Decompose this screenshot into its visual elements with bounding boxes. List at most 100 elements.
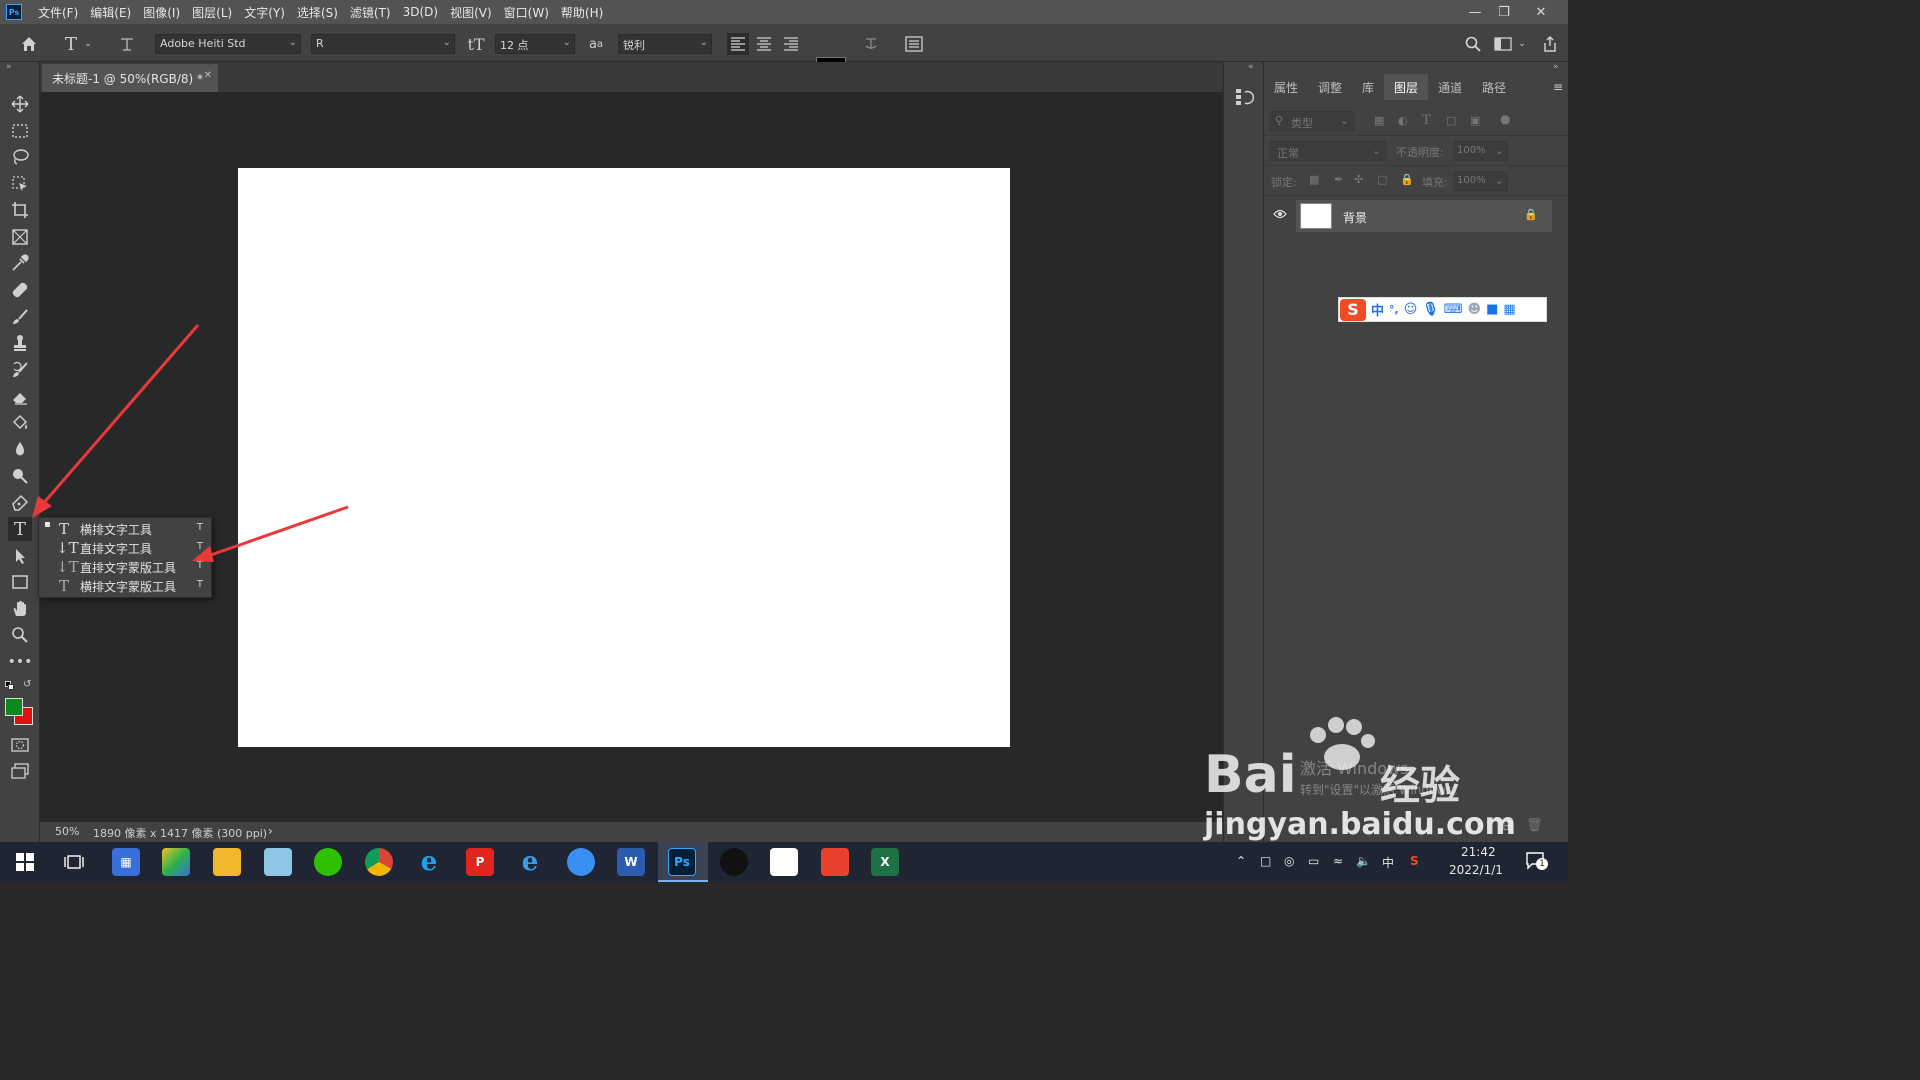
tab-properties[interactable]: 属性 [1264,74,1308,100]
menu-layer[interactable]: 图层(L) [186,4,238,21]
filter-kind-select[interactable]: ⚲ 类型 ⌄ [1270,111,1354,131]
ime-punctuation-mode[interactable]: °, [1389,303,1399,316]
more-icon[interactable]: ••• [8,650,33,674]
chevron-down-icon[interactable]: ⌄ [1516,33,1528,55]
toolbox-icon[interactable]: ▦ [1503,302,1515,317]
lock-transparent-icon[interactable]: ▩ [1309,173,1319,186]
tab-channels[interactable]: 通道 [1428,74,1472,100]
crop-icon[interactable] [8,198,32,222]
layer-lock-icon[interactable]: 🔒 [1524,208,1538,221]
skin-icon[interactable]: ■ [1486,302,1498,317]
menu-edit[interactable]: 编辑(E) [84,4,137,21]
eraser-icon[interactable] [8,385,32,409]
word-icon[interactable]: W [617,848,645,876]
quick-mask-icon[interactable] [8,733,32,757]
tab-libraries[interactable]: 库 [1352,74,1384,100]
user-icon[interactable]: ☻ [1468,302,1482,317]
hand-icon[interactable] [8,597,32,621]
tray-expand-icon[interactable]: ⌃ [1236,854,1246,868]
horizontal-type-tool-item[interactable]: ▪ T 横排文字工具 T [39,519,211,538]
share-icon[interactable] [1539,33,1561,55]
warp-text-icon[interactable] [860,33,882,55]
blend-mode-select[interactable]: 正常 ⌄ [1270,141,1386,161]
tray-security-icon[interactable]: ◎ [1284,854,1294,868]
expand-panel-icon[interactable]: » [6,62,12,72]
tray-app-icon[interactable]: □ [1260,854,1271,868]
pen-icon[interactable] [8,491,32,515]
menu-filter[interactable]: 滤镜(T) [344,4,397,21]
eyedropper-icon[interactable] [8,251,32,275]
clock-time[interactable]: 21:42 [1461,845,1496,859]
marquee-icon[interactable] [8,119,32,143]
menu-file[interactable]: 文件(F) [32,4,84,21]
wps-pdf-icon[interactable]: P [466,848,494,876]
ie-icon[interactable]: e [415,847,443,877]
wifi-icon[interactable]: ≈ [1333,854,1343,868]
emoji-icon[interactable]: ☺ [1404,302,1418,317]
keyboard-icon[interactable]: ⌨ [1444,302,1463,317]
menu-help[interactable]: 帮助(H) [555,4,609,21]
collapse-panel-icon[interactable]: « [1248,62,1254,72]
lock-all-icon[interactable]: 🔒 [1400,173,1414,186]
filter-adjustment-icon[interactable]: ◐ [1398,114,1408,127]
vertical-type-tool-item[interactable]: ↓T 直排文字工具 T [39,538,211,557]
filter-toggle-icon[interactable]: ● [1500,112,1510,126]
file-explorer-icon[interactable] [213,848,241,876]
qq-icon[interactable] [720,848,748,876]
align-left-icon[interactable] [727,33,749,55]
layer-visibility-eye-icon[interactable] [1273,208,1287,219]
lock-pixels-icon[interactable]: ✒ [1334,173,1343,186]
menu-select[interactable]: 选择(S) [291,4,344,21]
photoshop-icon[interactable]: Ps [668,848,696,876]
paint-bucket-icon[interactable] [8,411,32,435]
font-size-select[interactable]: 12 点 ⌄ [495,34,575,54]
menu-window[interactable]: 窗口(W) [498,4,555,21]
sogou-tray-icon[interactable]: S [1410,854,1419,868]
default-colors-icon[interactable] [5,681,15,691]
wechat-icon[interactable] [314,848,342,876]
status-menu-arrow-icon[interactable]: › [268,824,273,838]
vertical-type-mask-tool-item[interactable]: ↓T 直排文字蒙版工具 T [39,557,211,576]
chevron-down-icon[interactable]: ⌄ [82,33,94,55]
feishu-icon[interactable] [567,848,595,876]
ime-indicator[interactable]: 中 [1382,854,1394,871]
menu-type[interactable]: 文字(Y) [238,4,291,21]
app-grid-icon[interactable]: ▦ [112,848,140,876]
menu-3d[interactable]: 3D(D) [397,5,444,19]
zoom-level[interactable]: 50% [55,825,79,838]
restore-icon[interactable]: ❐ [1487,0,1521,24]
baidu-netdisk-icon[interactable] [770,848,798,876]
filter-pixel-icon[interactable]: ▦ [1374,114,1384,127]
stamp-icon[interactable] [8,331,32,355]
tab-paths[interactable]: 路径 [1472,74,1516,100]
tab-layers[interactable]: 图层 [1384,74,1429,100]
lock-artboard-icon[interactable]: □ [1377,173,1387,186]
blur-icon[interactable] [8,438,32,462]
align-center-icon[interactable] [753,33,775,55]
layer-row[interactable]: 背景 🔒 [1296,200,1552,232]
fill-input[interactable]: 100% ⌄ [1454,171,1508,191]
align-right-icon[interactable] [780,33,802,55]
ime-toolbar[interactable]: S 中 °, ☺ 🎙 ⌨ ☻ ■ ▦ [1338,297,1547,322]
healing-icon[interactable] [8,278,32,302]
ime-chinese-mode[interactable]: 中 [1371,300,1384,319]
panel-menu-icon[interactable]: ≡ [1553,80,1563,94]
microphone-icon[interactable]: 🎙 [1422,302,1439,317]
move-icon[interactable] [8,92,32,116]
opacity-input[interactable]: 100% ⌄ [1454,141,1508,161]
document-tab[interactable]: 未标题-1 @ 50%(RGB/8) * ✕ [42,64,218,92]
brush-icon[interactable] [8,305,32,329]
type-icon[interactable]: T [8,517,32,541]
font-style-select[interactable]: R ⌄ [311,34,455,54]
frame-icon[interactable] [8,225,32,249]
paint-app-icon[interactable] [162,848,190,876]
close-icon[interactable]: ✕ [1524,0,1558,24]
tab-adjustments[interactable]: 调整 [1308,74,1352,100]
edge-icon[interactable]: e [516,847,544,877]
screen-mode-icon[interactable] [8,759,32,783]
home-icon[interactable] [18,33,40,55]
battery-icon[interactable]: ▭ [1308,854,1319,868]
filter-smart-object-icon[interactable]: ▣ [1470,114,1480,127]
font-family-select[interactable]: Adobe Heiti Std ⌄ [155,34,301,54]
menu-view[interactable]: 视图(V) [444,4,498,21]
